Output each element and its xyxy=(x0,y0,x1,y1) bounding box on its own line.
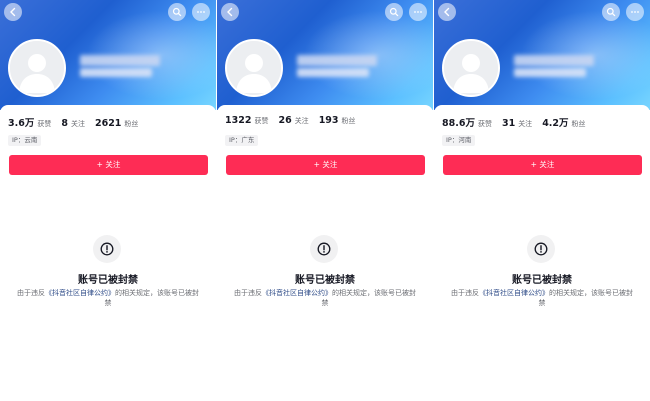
ip-location: 河南 xyxy=(458,136,472,144)
user-id-blurred xyxy=(297,68,369,77)
username-blurred xyxy=(514,55,594,66)
following-count[interactable]: 26 xyxy=(278,115,291,126)
avatar-placeholder-icon xyxy=(444,41,498,95)
likes-label: 获赞 xyxy=(477,120,492,128)
back-arrow-icon xyxy=(227,7,233,17)
warning-icon xyxy=(534,242,548,256)
ip-prefix: IP： xyxy=(446,136,459,144)
ip-location: 广东 xyxy=(241,136,255,144)
likes-count: 1322 xyxy=(225,115,252,126)
community-guidelines-link[interactable]: 《抖音社区自律公约》 xyxy=(479,289,549,297)
avatar[interactable] xyxy=(8,39,66,97)
profile-panel-1: 3.6万 获赞 8 关注 2621 粉丝 IP：云南 + 关注 账号已被封禁 由于违反《抖… xyxy=(0,0,216,401)
following-count[interactable]: 31 xyxy=(502,118,515,129)
back-button[interactable] xyxy=(4,3,22,21)
ip-location-tag: IP：广东 xyxy=(225,135,259,146)
ip-prefix: IP： xyxy=(12,136,25,144)
ban-desc-pre: 由于违反 xyxy=(451,289,479,297)
ban-description: 由于违反《抖音社区自律公约》的相关规定，该账号已被封禁 xyxy=(231,288,419,308)
ban-title: 账号已被封禁 xyxy=(295,275,355,286)
ban-warning xyxy=(310,235,338,263)
ban-desc-post: 的相关规定，该账号已被封禁 xyxy=(538,289,634,307)
more-button[interactable] xyxy=(192,3,210,21)
followers-label[interactable]: 粉丝 xyxy=(342,117,356,125)
user-id-blurred xyxy=(514,68,586,77)
profile-stats: 88.6万 获赞 31 关注 4.2万 粉丝 xyxy=(442,115,596,129)
avatar-placeholder-icon xyxy=(227,41,281,95)
following-label[interactable]: 关注 xyxy=(71,120,85,128)
likes-count: 3.6万 xyxy=(8,118,35,129)
username-blurred xyxy=(297,55,377,66)
warning-icon xyxy=(317,242,331,256)
search-button[interactable] xyxy=(602,3,620,21)
followers-count[interactable]: 2621 xyxy=(95,118,121,129)
back-arrow-icon xyxy=(444,7,450,17)
follow-button[interactable]: + 关注 xyxy=(443,155,642,175)
search-button[interactable] xyxy=(385,3,403,21)
ban-warning xyxy=(93,235,121,263)
profile-stats: 3.6万 获赞 8 关注 2621 粉丝 xyxy=(8,115,148,129)
likes-label: 获赞 xyxy=(37,120,52,128)
ban-title: 账号已被封禁 xyxy=(512,275,572,286)
following-label[interactable]: 关注 xyxy=(518,120,532,128)
community-guidelines-link[interactable]: 《抖音社区自律公约》 xyxy=(45,289,115,297)
more-icon xyxy=(414,11,422,13)
more-button[interactable] xyxy=(626,3,644,21)
ip-location-tag: IP：云南 xyxy=(8,135,42,146)
search-icon xyxy=(172,7,182,17)
avatar[interactable] xyxy=(442,39,500,97)
more-icon xyxy=(631,11,639,13)
ip-location: 云南 xyxy=(24,136,38,144)
more-icon xyxy=(197,11,205,13)
ban-description: 由于违反《抖音社区自律公约》的相关规定，该账号已被封禁 xyxy=(14,288,202,308)
followers-label[interactable]: 粉丝 xyxy=(572,120,586,128)
warning-icon xyxy=(100,242,114,256)
followers-count[interactable]: 193 xyxy=(319,115,339,126)
likes-count: 88.6万 xyxy=(442,118,475,129)
screenshots-row: 3.6万 获赞 8 关注 2621 粉丝 IP：云南 + 关注 账号已被封禁 由于违反《抖… xyxy=(0,0,650,401)
avatar[interactable] xyxy=(225,39,283,97)
profile-stats: 1322 获赞 26 关注 193 粉丝 xyxy=(225,115,366,126)
ban-title: 账号已被封禁 xyxy=(78,275,138,286)
likes-label: 获赞 xyxy=(254,117,269,125)
ban-desc-pre: 由于违反 xyxy=(17,289,45,297)
following-label[interactable]: 关注 xyxy=(295,117,309,125)
ip-location-tag: IP：河南 xyxy=(442,135,476,146)
ban-warning xyxy=(527,235,555,263)
ban-description: 由于违反《抖音社区自律公约》的相关规定，该账号已被封禁 xyxy=(448,288,636,308)
search-button[interactable] xyxy=(168,3,186,21)
profile-panel-3: 88.6万 获赞 31 关注 4.2万 粉丝 IP：河南 + 关注 账号已被封禁 由于违反… xyxy=(434,0,650,401)
user-id-blurred xyxy=(80,68,152,77)
follow-button[interactable]: + 关注 xyxy=(9,155,208,175)
followers-label[interactable]: 粉丝 xyxy=(124,120,138,128)
following-count[interactable]: 8 xyxy=(61,118,68,129)
search-icon xyxy=(606,7,616,17)
search-icon xyxy=(389,7,399,17)
followers-count[interactable]: 4.2万 xyxy=(542,118,568,129)
ban-desc-post: 的相关规定，该账号已被封禁 xyxy=(321,289,417,307)
back-button[interactable] xyxy=(221,3,239,21)
ip-prefix: IP： xyxy=(229,136,242,144)
back-arrow-icon xyxy=(10,7,16,17)
ban-desc-post: 的相关规定，该账号已被封禁 xyxy=(104,289,200,307)
more-button[interactable] xyxy=(409,3,427,21)
avatar-placeholder-icon xyxy=(10,41,64,95)
follow-button[interactable]: + 关注 xyxy=(226,155,425,175)
back-button[interactable] xyxy=(438,3,456,21)
profile-panel-2: 1322 获赞 26 关注 193 粉丝 IP：广东 + 关注 账号已被封禁 由于违反《抖… xyxy=(217,0,433,401)
community-guidelines-link[interactable]: 《抖音社区自律公约》 xyxy=(262,289,332,297)
username-blurred xyxy=(80,55,160,66)
ban-desc-pre: 由于违反 xyxy=(234,289,262,297)
